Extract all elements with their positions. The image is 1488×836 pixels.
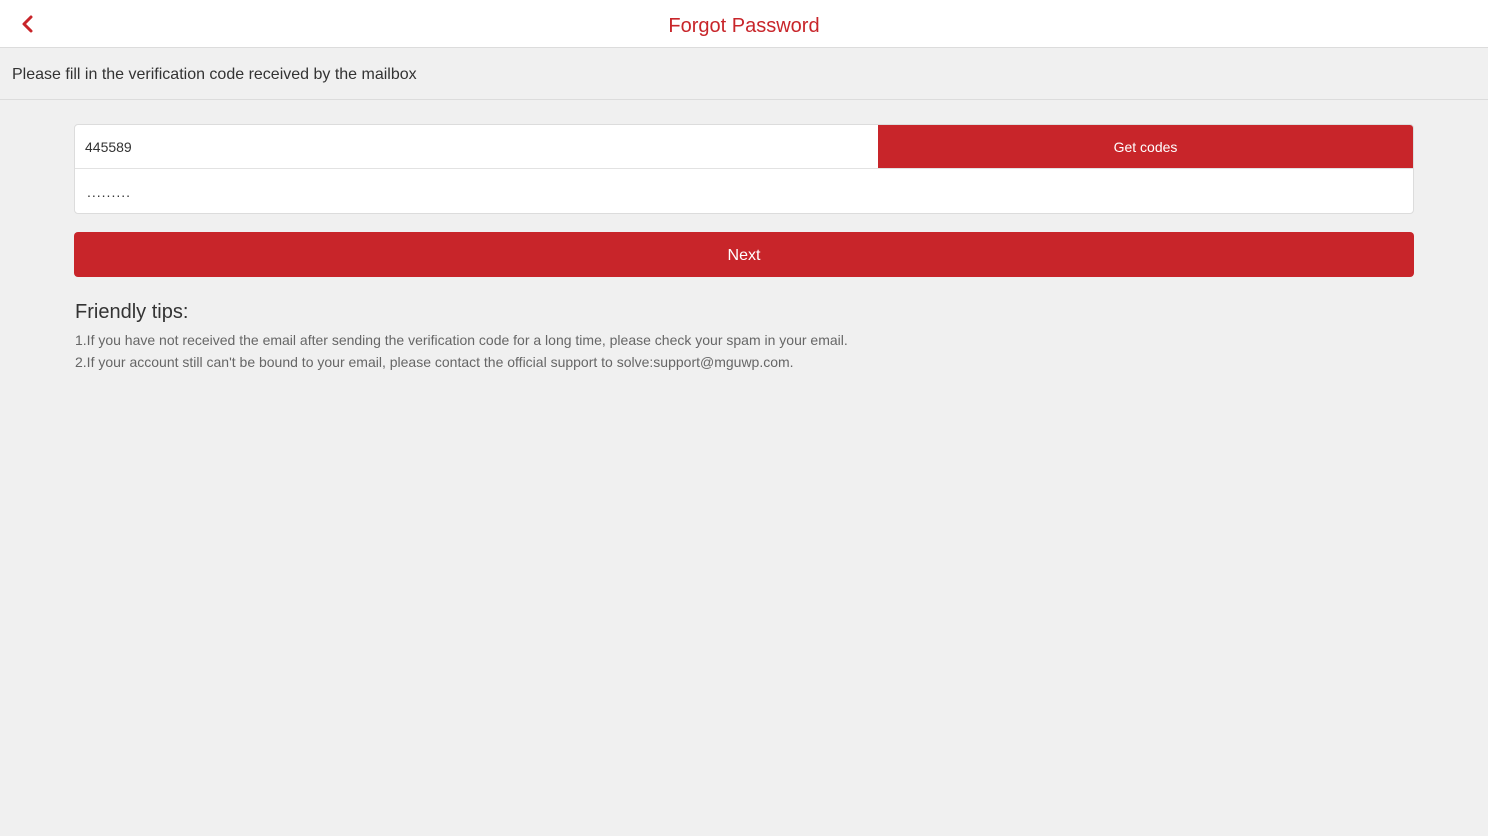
verification-form: Get codes xyxy=(74,124,1414,214)
instruction-text: Please fill in the verification code rec… xyxy=(0,49,1488,100)
page-title: Forgot Password xyxy=(668,15,820,37)
verification-code-input[interactable] xyxy=(75,125,878,168)
friendly-tips: Friendly tips: 1.If you have not receive… xyxy=(75,298,1375,373)
tip-item: 1.If you have not received the email aft… xyxy=(75,332,848,348)
tips-title: Friendly tips: xyxy=(75,301,189,323)
new-password-input[interactable] xyxy=(75,170,1413,213)
code-row: Get codes xyxy=(75,125,1413,169)
header-bar: Forgot Password xyxy=(0,0,1488,48)
next-button[interactable]: Next xyxy=(74,232,1414,277)
tip-item: 2.If your account still can't be bound t… xyxy=(75,354,794,370)
get-codes-button[interactable]: Get codes xyxy=(878,125,1413,168)
